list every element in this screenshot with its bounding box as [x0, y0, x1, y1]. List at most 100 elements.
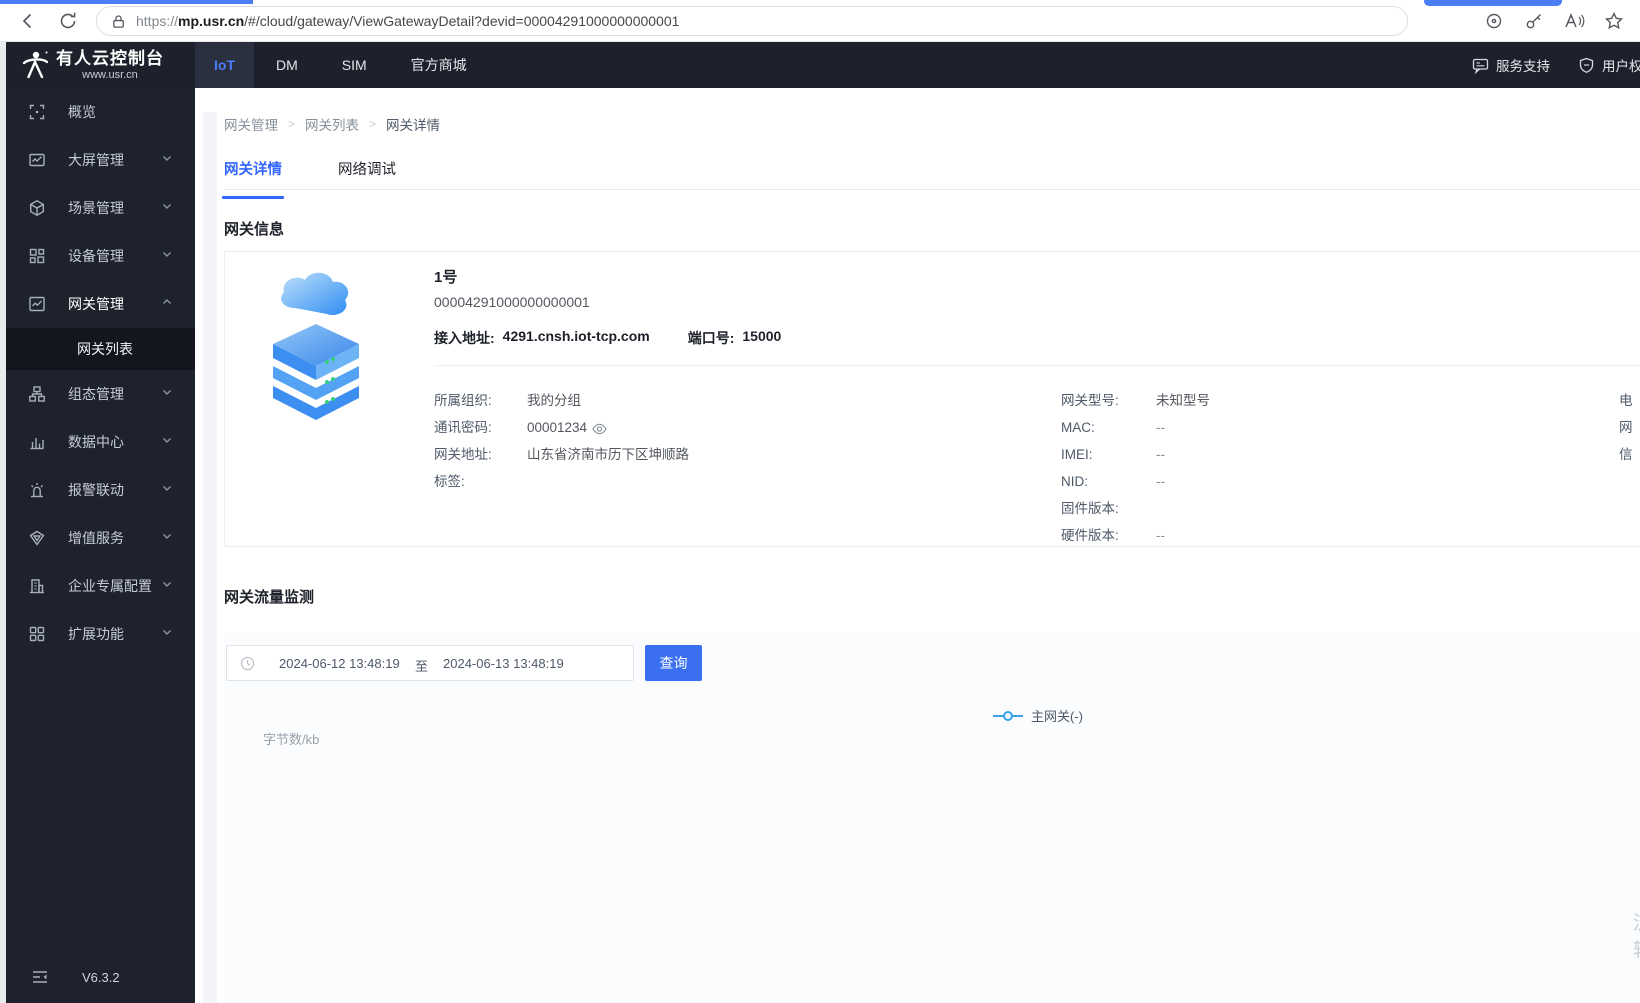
chevron-down-icon — [161, 151, 173, 169]
sidebar-item-screen-mgmt[interactable]: 大屏管理 — [6, 136, 195, 184]
sidebar-item-device-mgmt[interactable]: 设备管理 — [6, 232, 195, 280]
chevron-down-icon — [161, 481, 173, 499]
location-icon[interactable] — [1482, 9, 1506, 33]
user-rights[interactable]: 用户权限 — [1578, 55, 1640, 75]
chevron-down-icon — [161, 199, 173, 217]
window-edge — [0, 42, 6, 1003]
chevron-down-icon — [161, 529, 173, 547]
detail-clipped-network: 网 — [1619, 420, 1633, 435]
gateway-info-title: 网关信息 — [224, 221, 285, 238]
app-subtitle: www.usr.cn — [82, 69, 138, 81]
date-start-value[interactable]: 2024-06-12 13:48:19 — [279, 656, 400, 671]
password-key-icon[interactable] — [1522, 9, 1546, 33]
detail-imei: IMEI: -- — [1061, 447, 1165, 462]
detail-clipped-signal: 信 — [1619, 447, 1633, 462]
date-range-separator: 至 — [415, 659, 429, 674]
breadcrumb-gateway-list[interactable]: 网关列表 — [305, 114, 359, 134]
sidebar-item-enterprise-config[interactable]: 企业专属配置 — [6, 562, 195, 610]
sidebar-item-scene-mgmt[interactable]: 场景管理 — [6, 184, 195, 232]
detail-mac: MAC: -- — [1061, 420, 1165, 435]
browser-refresh-button[interactable] — [56, 9, 80, 33]
floating-side-tab[interactable]: 流 转 — [1633, 910, 1640, 964]
scene-hexagon-icon — [28, 199, 46, 217]
apps-grid-icon — [28, 625, 46, 643]
top-nav: IoT DM SIM 官方商城 — [195, 42, 489, 88]
legend-label: 主网关(-) — [1031, 709, 1083, 724]
chevron-down-icon — [161, 625, 173, 643]
gateway-access-row: 接入地址: 4291.cnsh.iot-tcp.com 端口号: 15000 — [434, 328, 781, 348]
top-nav-iot[interactable]: IoT — [195, 42, 254, 88]
chevron-down-icon — [161, 433, 173, 451]
gateway-name: 1号 — [434, 269, 458, 286]
browser-back-button[interactable] — [16, 9, 40, 33]
topology-icon — [28, 385, 46, 403]
chart-legend[interactable]: 主网关(-) — [993, 706, 1083, 725]
app-window: 有人云控制台 www.usr.cn IoT DM SIM 官方商城 服务支持 用… — [0, 42, 1640, 1003]
chart-y-axis-label: 字节数/kb — [263, 732, 320, 747]
sidebar-item-overview[interactable]: 概览 — [6, 88, 195, 136]
card-divider — [434, 365, 1640, 366]
traffic-chart-panel — [224, 632, 1640, 1003]
sidebar-item-gateway-list[interactable]: 网关列表 — [6, 328, 195, 370]
sidebar-item-value-added-services[interactable]: 增值服务 — [6, 514, 195, 562]
detail-tabbar: 网关详情 网络调试 — [222, 150, 1640, 199]
gateway-chart-icon — [28, 295, 46, 313]
brand-logo[interactable]: 有人云控制台 www.usr.cn — [6, 42, 195, 88]
chevron-down-icon — [161, 577, 173, 595]
breadcrumb-gateway-mgmt[interactable]: 网关管理 — [224, 114, 278, 134]
breadcrumb-gateway-detail: 网关详情 — [386, 118, 441, 133]
lock-icon — [111, 14, 126, 29]
read-aloud-icon[interactable] — [1562, 9, 1586, 33]
sidebar-item-extensions[interactable]: 扩展功能 — [6, 610, 195, 658]
sidebar-item-gateway-mgmt[interactable]: 网关管理 — [6, 280, 195, 328]
clock-icon — [240, 656, 255, 676]
detail-comm-password: 通讯密码: 00001234 — [434, 419, 607, 437]
date-end-value[interactable]: 2024-06-13 13:48:19 — [443, 656, 564, 671]
usr-logo-icon — [22, 51, 49, 79]
url-text: https://mp.usr.cn/#/cloud/gateway/ViewGa… — [136, 13, 680, 29]
detail-org: 所属组织: 我的分组 — [434, 393, 581, 408]
port-value: 15000 — [742, 328, 782, 344]
building-icon — [28, 577, 46, 595]
access-addr-label: 接入地址: — [434, 330, 495, 346]
chevron-down-icon — [161, 385, 173, 403]
detail-gateway-address: 网关地址: 山东省济南市历下区坤顺路 — [434, 447, 689, 462]
sidebar-item-data-center[interactable]: 数据中心 — [6, 418, 195, 466]
collapse-sidebar-icon[interactable] — [30, 967, 50, 987]
sidebar-item-alarm-linkage[interactable]: 报警联动 — [6, 466, 195, 514]
breadcrumb: 网关管理 > 网关列表 > 网关详情 — [224, 114, 440, 134]
browser-address-bar[interactable]: https://mp.usr.cn/#/cloud/gateway/ViewGa… — [96, 6, 1408, 36]
chat-bubble-icon — [1472, 58, 1489, 74]
header-right: 服务支持 用户权限 — [1472, 42, 1640, 88]
detail-clipped-battery: 电 — [1619, 393, 1633, 408]
gateway-device-id: 00004291000000000001 — [434, 294, 590, 310]
tab-gateway-detail[interactable]: 网关详情 — [222, 158, 284, 199]
top-nav-dm[interactable]: DM — [254, 42, 320, 88]
date-range-picker[interactable]: 2024-06-12 13:48:19 至 2024-06-13 13:48:1… — [226, 645, 634, 681]
query-button[interactable]: 查询 — [645, 645, 702, 681]
sidebar-item-configuration-mgmt[interactable]: 组态管理 — [6, 370, 195, 418]
gateway-info-card: 1号 00004291000000000001 接入地址: 4291.cnsh.… — [224, 251, 1640, 547]
detail-firmware-version: 固件版本: — [1061, 501, 1119, 516]
favorite-star-icon[interactable] — [1602, 9, 1626, 33]
app-header: 有人云控制台 www.usr.cn IoT DM SIM 官方商城 服务支持 用… — [6, 42, 1640, 88]
traffic-section-title: 网关流量监测 — [224, 589, 315, 606]
detail-hardware-version: 硬件版本: -- — [1061, 528, 1165, 543]
vip-gem-icon — [28, 529, 46, 547]
service-support[interactable]: 服务支持 — [1472, 55, 1550, 75]
detail-gateway-model: 网关型号: 未知型号 — [1061, 393, 1210, 408]
content-gutter — [203, 112, 217, 1003]
top-nav-sim[interactable]: SIM — [320, 42, 389, 88]
app-version: V6.3.2 — [82, 969, 120, 985]
eye-icon[interactable] — [592, 422, 607, 440]
app-title: 有人云控制台 — [56, 49, 164, 68]
chevron-down-icon — [161, 247, 173, 265]
browser-chrome: https://mp.usr.cn/#/cloud/gateway/ViewGa… — [0, 0, 1640, 42]
port-label: 端口号: — [687, 330, 735, 346]
detail-nid: NID: -- — [1061, 474, 1165, 489]
alarm-siren-icon — [28, 481, 46, 499]
main-content: 网关管理 > 网关列表 > 网关详情 网关详情 网络调试 网关信息 1号 000… — [195, 88, 1640, 1003]
big-screen-icon — [28, 151, 46, 169]
top-nav-mall[interactable]: 官方商城 — [389, 42, 489, 88]
tab-network-debug[interactable]: 网络调试 — [338, 158, 396, 190]
